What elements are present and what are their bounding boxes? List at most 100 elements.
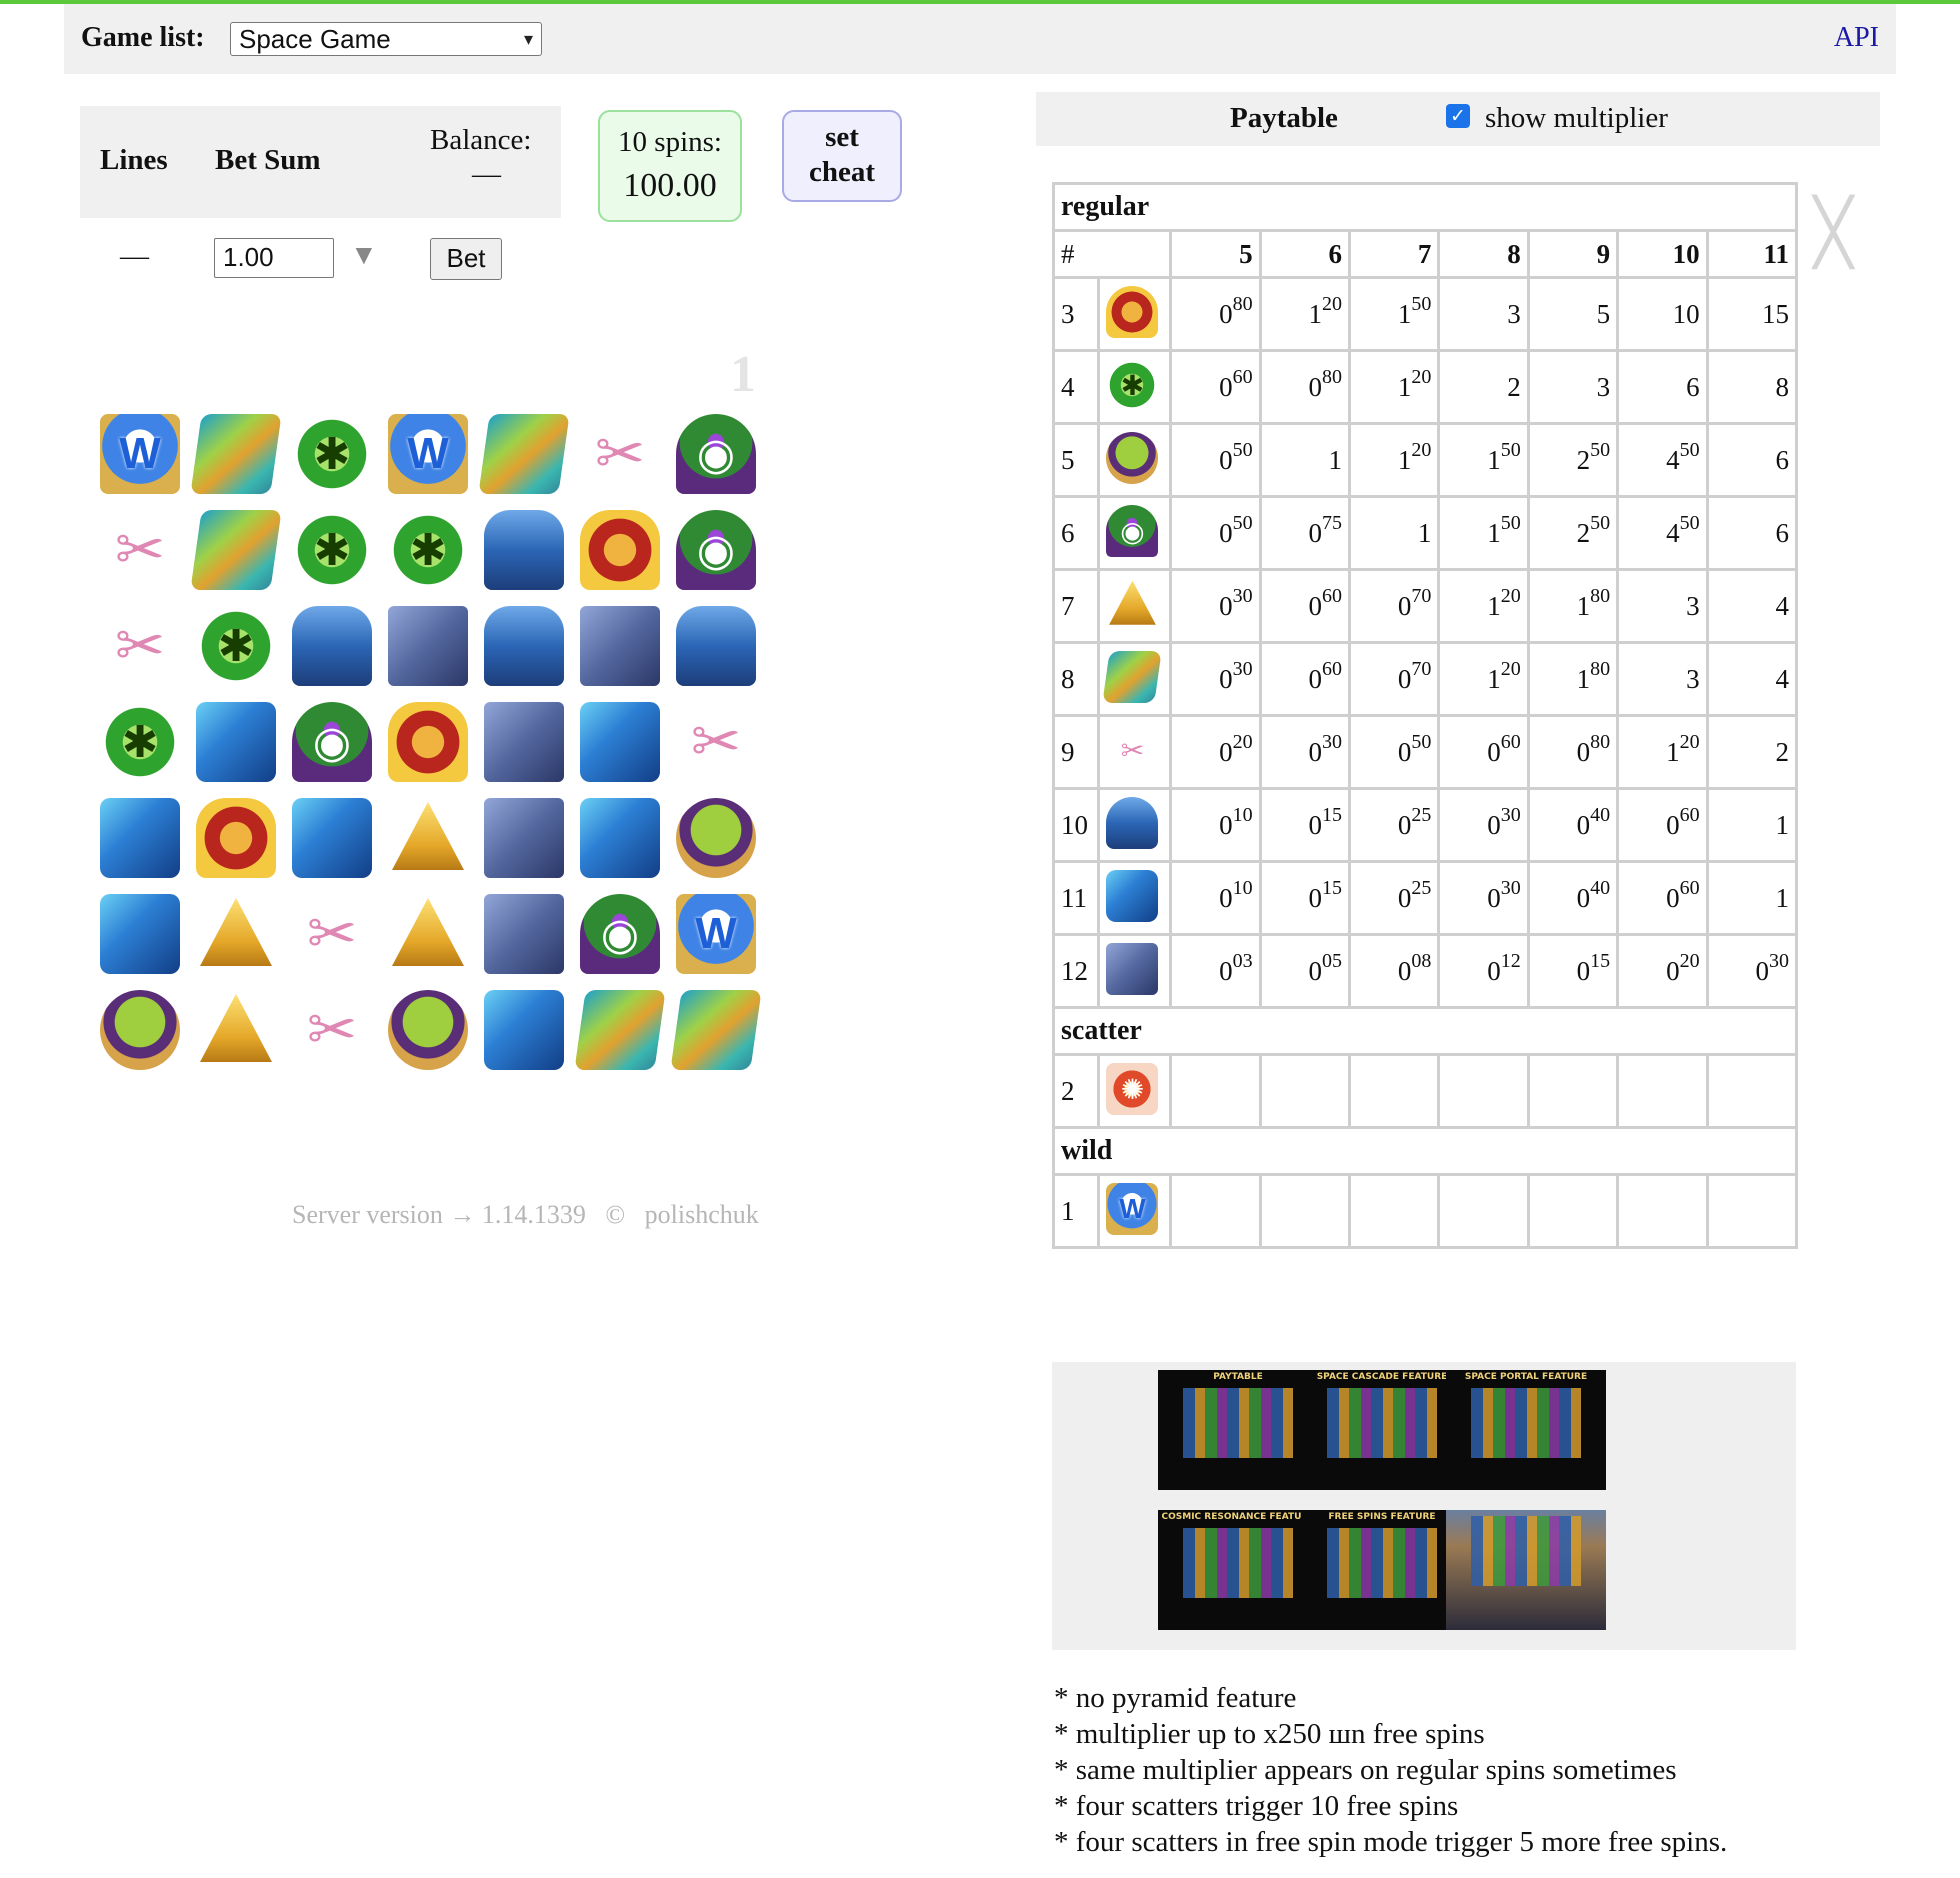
reel-cell: ✱ <box>286 408 378 500</box>
payout-value <box>1258 1053 1352 1129</box>
leaf-icon <box>478 414 570 494</box>
helmet-icon: ◉ <box>676 414 756 494</box>
thumbnail-title: SPACE PORTAL FEATURE <box>1464 1372 1588 1382</box>
scatter-icon: ✺ <box>1106 1063 1159 1115</box>
payout-value: 450 <box>1616 422 1709 498</box>
section-regular: regular <box>1052 182 1798 232</box>
spins-label: 10 spins: <box>618 126 722 158</box>
note-line: * four scatters in free spin mode trigge… <box>1054 1826 1728 1858</box>
crystal-icon <box>580 798 660 878</box>
payout-value: 020 <box>1616 933 1709 1009</box>
reel-cell <box>94 888 186 980</box>
alien-icon <box>1106 432 1159 484</box>
api-link[interactable]: API <box>1834 22 1879 54</box>
reel-cell <box>574 984 666 1076</box>
controls-header: Lines Bet Sum Balance: — <box>80 106 561 218</box>
pharaoh-icon <box>1106 286 1159 338</box>
payout-value <box>1347 1173 1441 1249</box>
payout-value: 3 <box>1526 349 1620 425</box>
symbol-cell <box>1096 860 1173 936</box>
set-cheat-button[interactable]: set cheat <box>782 110 902 202</box>
payout-value: 050 <box>1169 495 1262 571</box>
thumbnail[interactable]: SPACE CASCADE FEATURE <box>1302 1370 1462 1490</box>
paytable-title: Paytable <box>1230 102 1338 134</box>
cheat-line-1: set <box>825 121 859 153</box>
alien-icon <box>100 990 180 1070</box>
thumbnail[interactable] <box>1446 1510 1606 1630</box>
thumbnail[interactable]: PAYTABLE <box>1158 1370 1318 1490</box>
show-multiplier-label[interactable]: show multiplier <box>1485 102 1668 135</box>
show-multiplier-checkbox[interactable]: ✓ <box>1446 104 1470 128</box>
cube-icon <box>388 606 468 686</box>
reel-cell: ◉ <box>670 504 762 596</box>
whip-icon: ✂ <box>114 515 166 585</box>
count-header: 6 <box>1258 229 1352 279</box>
reel-cell: ✱ <box>382 504 474 596</box>
alien-icon <box>388 990 468 1070</box>
balance-value: — <box>472 158 501 190</box>
thumbnail[interactable]: COSMIC RESONANCE FEATURE <box>1158 1510 1318 1630</box>
payout-value: 010 <box>1169 860 1262 936</box>
payout-value: 1 <box>1258 422 1352 498</box>
symbol-id: 1 <box>1052 1173 1100 1249</box>
payout-value: 003 <box>1169 933 1262 1009</box>
scarab-icon: ✱ <box>196 606 276 686</box>
reel-cell <box>382 696 474 788</box>
section-scatter: scatter <box>1052 1006 1798 1056</box>
thumbnail[interactable]: SPACE PORTAL FEATURE <box>1446 1370 1606 1490</box>
crystal-icon <box>484 990 564 1070</box>
payout-value: 120 <box>1347 422 1441 498</box>
chest-icon <box>292 606 372 686</box>
payout-value: 6 <box>1705 422 1799 498</box>
bet-decrease-icon[interactable]: ▼ <box>350 240 378 272</box>
symbol-cell: ✱ <box>1096 349 1173 425</box>
reel-cell: ✱ <box>190 600 282 692</box>
thumbnail-preview <box>1183 1388 1293 1458</box>
payout-value <box>1169 1053 1262 1129</box>
reel-cell: W <box>670 888 762 980</box>
reel-cell: ✂ <box>94 504 186 596</box>
payout-value: 1 <box>1705 787 1799 863</box>
paytable-row: 6 ◉ 050 075 1 150 250 450 6 <box>1052 495 1799 571</box>
payout-value: 030 <box>1169 641 1262 717</box>
server-version: Server version → 1.14.1339 © polishchuk <box>292 1200 759 1229</box>
reel-cell <box>478 888 570 980</box>
leaf-icon <box>1102 651 1163 703</box>
bet-sum-input[interactable]: 1.00 <box>214 238 334 278</box>
wild-icon: W <box>100 414 180 494</box>
lines-value: — <box>120 240 149 272</box>
game-select[interactable]: Space Game ▾ <box>230 22 542 56</box>
close-icon[interactable]: ╳ <box>1814 196 1853 270</box>
pharaoh-icon <box>196 798 276 878</box>
thumbnail-title: FREE SPINS FEATURE <box>1328 1512 1436 1522</box>
free-spins-box[interactable]: 10 spins: 100.00 <box>598 110 742 222</box>
reel-cell <box>190 888 282 980</box>
bet-button[interactable]: Bet <box>430 238 502 280</box>
crystal-icon <box>292 798 372 878</box>
paytable-row: 11 010 015 025 030 040 060 1 <box>1052 860 1799 936</box>
payout-value: 030 <box>1705 933 1799 1009</box>
paytable-row: 8 030 060 070 120 180 3 4 <box>1052 641 1799 717</box>
reel-cell <box>478 504 570 596</box>
count-header: 5 <box>1169 229 1262 279</box>
count-header: 7 <box>1347 229 1441 279</box>
pyramid-icon <box>200 994 272 1062</box>
thumbnail[interactable]: FREE SPINS FEATURE <box>1302 1510 1462 1630</box>
paytable-header: Paytable ✓ show multiplier <box>1036 92 1880 146</box>
payout-value: 120 <box>1437 641 1530 717</box>
game-notes: * no pyramid feature * multiplier up to x… <box>1054 1680 1727 1860</box>
spin-counter: 1 <box>730 346 756 403</box>
chest-icon <box>1106 797 1159 849</box>
spins-value: 100.00 <box>623 167 717 204</box>
reel-cell: ◉ <box>286 696 378 788</box>
cube-icon <box>484 798 564 878</box>
symbol-cell <box>1096 641 1173 717</box>
payout-value: 120 <box>1616 714 1709 790</box>
reel-cell: ✱ <box>94 696 186 788</box>
reel-cell <box>478 408 570 500</box>
paytable-row: 1W <box>1052 1173 1799 1249</box>
pyramid-icon <box>200 898 272 966</box>
leaf-icon <box>190 510 282 590</box>
payout-value: 005 <box>1258 933 1352 1009</box>
symbol-cell <box>1096 422 1173 498</box>
